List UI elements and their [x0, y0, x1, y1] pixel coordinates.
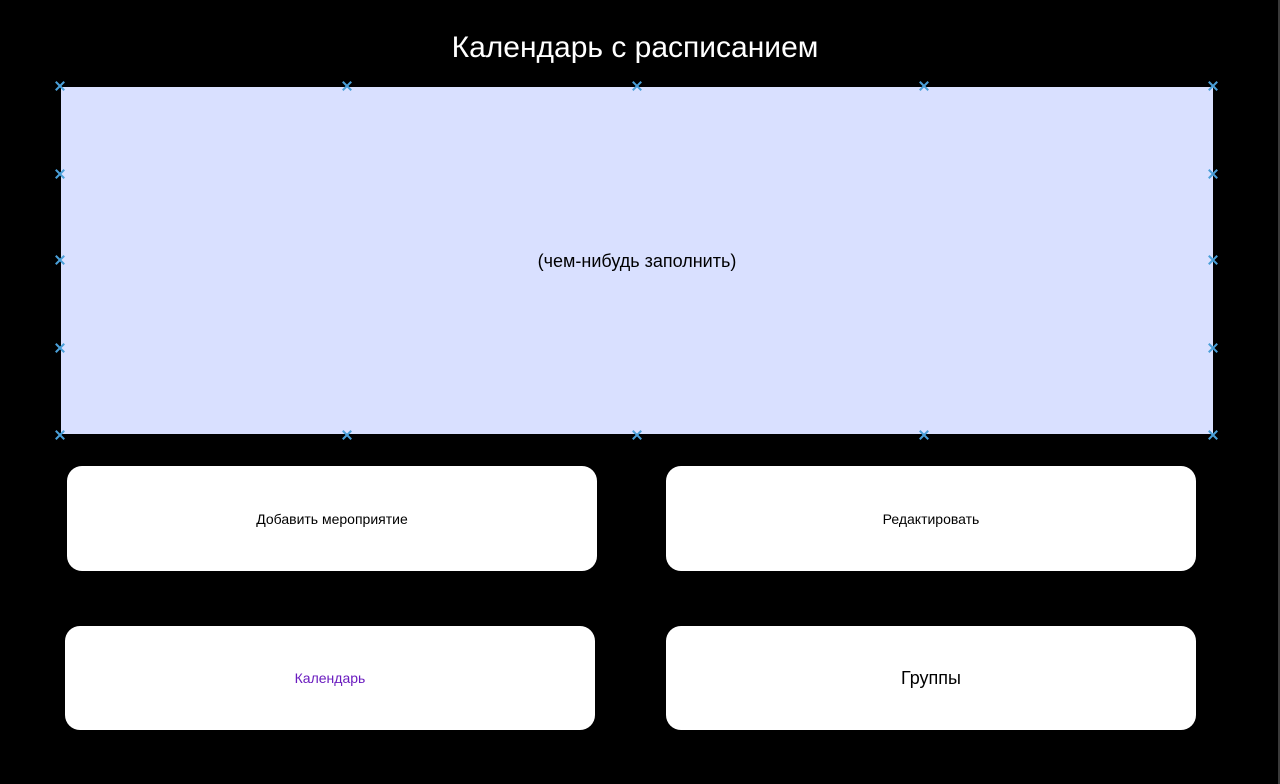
resize-handle-right[interactable] [1208, 169, 1218, 179]
groups-button[interactable]: Группы [666, 626, 1196, 730]
resize-handle-right-center[interactable] [1208, 255, 1218, 265]
edit-label: Редактировать [882, 510, 980, 527]
placeholder-panel[interactable]: (чем-нибудь заполнить) [61, 87, 1213, 434]
resize-handle-bottom-right[interactable] [1208, 430, 1218, 440]
resize-handle-left[interactable] [55, 343, 65, 353]
resize-handle-top[interactable] [919, 81, 929, 91]
page: Календарь с расписанием (чем-нибудь запо… [0, 0, 1280, 784]
calendar-label: Календарь [294, 670, 366, 686]
calendar-button[interactable]: Календарь [65, 626, 595, 730]
page-title: Календарь с расписанием [451, 31, 819, 64]
placeholder-text: (чем-нибудь заполнить) [537, 251, 737, 271]
add-event-label: Добавить мероприятие [256, 510, 408, 527]
add-event-button[interactable]: Добавить мероприятие [67, 466, 597, 571]
resize-handle-bottom-center[interactable] [632, 430, 642, 440]
resize-handle-top-left[interactable] [55, 81, 65, 91]
resize-handle-bottom-left[interactable] [55, 430, 65, 440]
resize-handle-left-center[interactable] [55, 255, 65, 265]
resize-handle-bottom[interactable] [342, 430, 352, 440]
resize-handle-right[interactable] [1208, 343, 1218, 353]
groups-label: Группы [901, 667, 961, 688]
resize-handle-top[interactable] [342, 81, 352, 91]
edit-button[interactable]: Редактировать [666, 466, 1196, 571]
resize-handle-left[interactable] [55, 169, 65, 179]
resize-handle-bottom[interactable] [919, 430, 929, 440]
resize-handle-top-right[interactable] [1208, 81, 1218, 91]
resize-handle-top-center[interactable] [632, 81, 642, 91]
